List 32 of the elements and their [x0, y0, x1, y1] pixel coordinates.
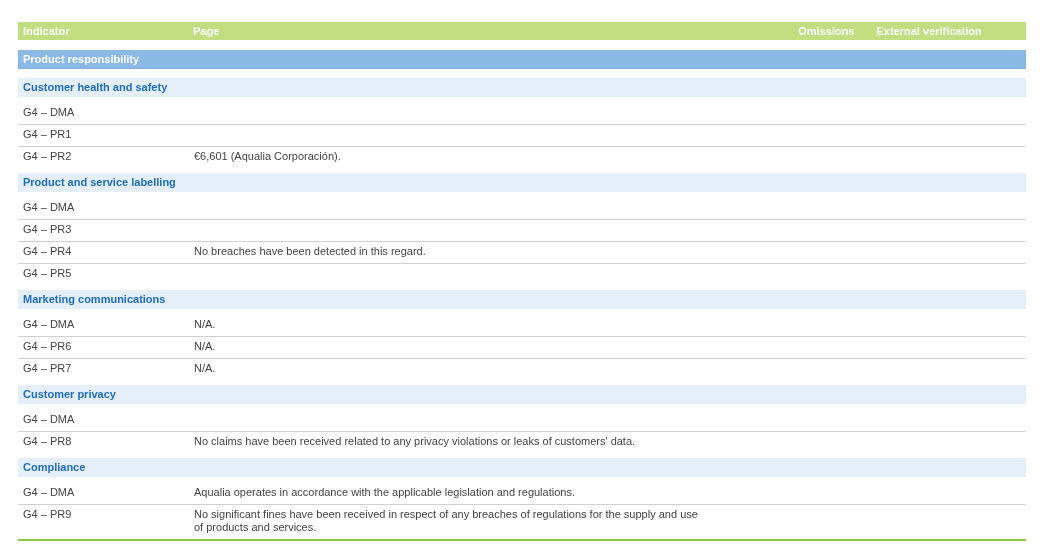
- omissions-header: Omissions: [797, 25, 856, 37]
- indicator-cell-text: G4 – PR1: [22, 128, 73, 141]
- indicator-header: Indicator: [22, 25, 71, 37]
- indicator-cell-text: G4 – DMA: [22, 486, 76, 499]
- group-heading: Compliance: [18, 458, 1026, 477]
- indicator-cell-text: G4 – PR4: [22, 245, 73, 258]
- group-heading: Marketing communications: [18, 290, 1026, 309]
- indicator-cell-text: G4 – PR2: [22, 150, 73, 163]
- group-heading: Customer health and safety: [18, 78, 1026, 97]
- indicator-cell-text: G4 – PR6: [22, 340, 73, 353]
- indicator-cell-text: G4 – PR5: [22, 267, 73, 280]
- indicator-cell-text: G4 – PR7: [22, 362, 73, 375]
- page-cell-text: N/A.: [193, 340, 217, 353]
- page-cell-text: No significant fines have been received in respect of any breaches of regulations for the supply and use of products and services.: [193, 508, 699, 534]
- external-verification-header: External verification: [875, 25, 983, 37]
- page-cell-text: No claims have been received related to any privacy violations or leaks of customers' data.: [193, 435, 637, 448]
- page-cell-text: No breaches have been detected in this regard.: [193, 245, 427, 258]
- indicator-cell-text: G4 – PR3: [22, 223, 73, 236]
- indicator-cell-text: G4 – DMA: [22, 318, 76, 331]
- page-cell-text: N/A.: [193, 318, 217, 331]
- page-cell-text: Aqualia operates in accordance with the applicable legislation and regulations.: [193, 486, 576, 499]
- group-heading: Product and service labelling: [18, 173, 1026, 192]
- page-cell-text: €6,601 (Aqualia Corporación).: [193, 150, 342, 163]
- indicator-cell-text: G4 – DMA: [22, 413, 76, 426]
- page-header: Page: [192, 25, 221, 37]
- page-cell-text: N/A.: [193, 362, 217, 375]
- indicator-cell-text: G4 – DMA: [22, 106, 76, 119]
- group-heading: Customer privacy: [18, 385, 1026, 404]
- indicator-cell-text: G4 – DMA: [22, 201, 76, 214]
- indicator-cell-text: G4 – PR9: [22, 508, 73, 522]
- indicator-cell-text: G4 – PR8: [22, 435, 73, 448]
- section-heading: Product responsibility: [18, 50, 1026, 69]
